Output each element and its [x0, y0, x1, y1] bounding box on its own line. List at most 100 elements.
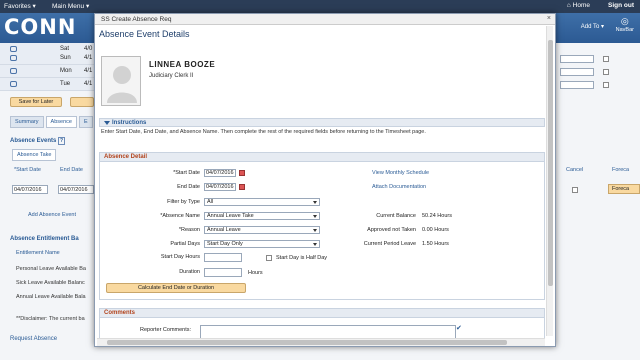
- collapse-icon: [104, 121, 110, 125]
- vertical-scrollbar[interactable]: [546, 26, 553, 336]
- modal-title: SS Create Absence Req: [101, 16, 172, 23]
- scroll-thumb[interactable]: [548, 40, 553, 286]
- logo-text: CONN: [4, 15, 77, 39]
- absence-detail-section: Absence Detail *Start Date 04/07/2016 En…: [99, 152, 545, 300]
- instructions-label: Instructions: [112, 120, 147, 126]
- save-for-later-button[interactable]: Save for Later: [10, 97, 62, 107]
- calendar-icon[interactable]: [239, 170, 245, 176]
- system-bar: Favorites ▾ Main Menu ▾ ⌂ Home Sign out: [0, 0, 640, 13]
- partial-days-select[interactable]: Start Day Only: [204, 240, 320, 248]
- navbar-button[interactable]: ◎ NavBar: [616, 16, 634, 33]
- main-menu[interactable]: Main Menu ▾: [52, 2, 89, 10]
- view-monthly-schedule-link[interactable]: View Monthly Schedule: [372, 170, 429, 176]
- row-date: 4/1: [84, 55, 93, 61]
- absence-detail-label: Absence Detail: [104, 154, 148, 160]
- attach-documentation-link[interactable]: Attach Documentation: [372, 184, 426, 190]
- row-date: 4/1: [84, 81, 93, 87]
- start-date-input[interactable]: 04/07/2016: [204, 169, 236, 177]
- add-to-menu[interactable]: Add To ▾: [581, 23, 604, 30]
- list-item: Sun 4/1: [0, 52, 96, 65]
- add-to-label: Add To: [580, 24, 600, 30]
- request-absence-link[interactable]: Request Absence: [10, 336, 57, 342]
- hours-label: Hours: [248, 270, 263, 276]
- end-date-input[interactable]: 04/07/2016: [204, 183, 236, 191]
- cancel-column: Cancel: [566, 167, 584, 173]
- main-menu-label: Main Menu: [52, 3, 85, 10]
- favorites-label: Favorites: [4, 3, 31, 10]
- home-label: Home: [572, 2, 590, 9]
- entitlement-title: Absence Entitlement Ba: [10, 236, 79, 242]
- absence-take-tab[interactable]: Absence Take: [12, 149, 57, 161]
- chevron-down-icon: [313, 215, 317, 218]
- navbar-label: NavBar: [615, 27, 634, 33]
- partial-days-value: Start Day Only: [207, 241, 243, 247]
- right-input[interactable]: [560, 55, 594, 63]
- comment-icon[interactable]: [10, 55, 17, 61]
- balance-label: Current Period Leave: [363, 241, 416, 247]
- right-input[interactable]: [560, 81, 594, 89]
- reason-label: *Reason: [178, 227, 200, 233]
- add-absence-event-link[interactable]: Add Absence Event: [28, 212, 76, 218]
- row-day: Mon: [60, 68, 72, 74]
- absence-detail-header: Absence Detail: [100, 153, 544, 162]
- row-day: Tue: [60, 81, 71, 87]
- absence-modal: SS Create Absence Req × Absence Event De…: [94, 13, 556, 347]
- modal-body: Absence Event Details LINNEA BOOZE Judic…: [97, 26, 547, 338]
- start-day-hours-input[interactable]: [204, 253, 242, 262]
- filter-type-label: Filter by Type: [167, 199, 200, 205]
- start-day-half-label: Start Day is Half Day: [276, 255, 328, 261]
- calendar-icon[interactable]: [239, 184, 245, 190]
- instructions-text: Enter Start Date, End Date, and Absence …: [101, 129, 426, 135]
- home-link[interactable]: ⌂ Home: [567, 2, 590, 9]
- balance-label: Approved not Taken: [367, 227, 416, 233]
- tab-other[interactable]: E: [78, 116, 93, 128]
- app-logo: CONN: [4, 15, 76, 39]
- balance-label: Current Balance: [376, 213, 416, 219]
- row-checkbox[interactable]: [603, 82, 609, 88]
- comment-icon[interactable]: [10, 81, 17, 87]
- start-day-half-checkbox[interactable]: [266, 255, 272, 261]
- chevron-down-icon: [313, 201, 317, 204]
- entitlement-row: Personal Leave Available Ba: [16, 266, 86, 272]
- favorites-menu[interactable]: Favorites ▾: [4, 2, 36, 10]
- start-date-label: *Start Date: [173, 170, 200, 176]
- spellcheck-icon[interactable]: ✔: [456, 324, 462, 332]
- filter-type-select[interactable]: All: [204, 198, 320, 206]
- help-icon[interactable]: ?: [58, 137, 66, 145]
- sign-out-link[interactable]: Sign out: [608, 2, 634, 9]
- comments-label: Comments: [104, 310, 136, 316]
- filter-type-value: All: [207, 199, 214, 205]
- tab-absence[interactable]: Absence: [45, 116, 77, 128]
- start-date-field[interactable]: 04/07/2016: [12, 185, 48, 194]
- employee-photo: [101, 56, 141, 106]
- person-icon: [107, 66, 137, 103]
- tab-summary[interactable]: Summary: [10, 116, 44, 128]
- row-date: 4/1: [84, 68, 93, 74]
- list-item: Tue 4/1: [0, 78, 96, 91]
- end-date-field[interactable]: 04/07/2016: [58, 185, 94, 194]
- calculate-button[interactable]: Calculate End Date or Duration: [106, 283, 246, 293]
- scroll-thumb[interactable]: [107, 340, 507, 345]
- reason-select[interactable]: Annual Leave: [204, 226, 320, 234]
- horizontal-scrollbar[interactable]: [97, 338, 545, 346]
- partial-days-label: Partial Days: [170, 241, 200, 247]
- row-checkbox[interactable]: [603, 69, 609, 75]
- absence-name-select[interactable]: Annual Leave Take: [204, 212, 320, 220]
- start-date-column: *Start Date: [14, 167, 41, 173]
- close-icon[interactable]: ×: [547, 15, 551, 22]
- background-button[interactable]: [70, 97, 94, 107]
- chevron-down-icon: [313, 243, 317, 246]
- reporter-comments-textarea[interactable]: [200, 325, 456, 338]
- absence-name-label: *Absence Name: [160, 213, 200, 219]
- row-checkbox[interactable]: [603, 56, 609, 62]
- compass-icon: ◎: [620, 16, 629, 26]
- instructions-bar[interactable]: Instructions: [99, 118, 545, 127]
- cancel-checkbox[interactable]: [572, 187, 578, 193]
- comment-icon[interactable]: [10, 68, 17, 74]
- employee-title: Judiciary Clerk II: [149, 73, 194, 79]
- duration-input[interactable]: [204, 268, 242, 277]
- modal-title-bar: SS Create Absence Req ×: [95, 14, 555, 25]
- absence-events-title: Absence Events ?: [10, 137, 66, 145]
- right-input[interactable]: [560, 68, 594, 76]
- forecast-button[interactable]: Foreca: [608, 184, 640, 194]
